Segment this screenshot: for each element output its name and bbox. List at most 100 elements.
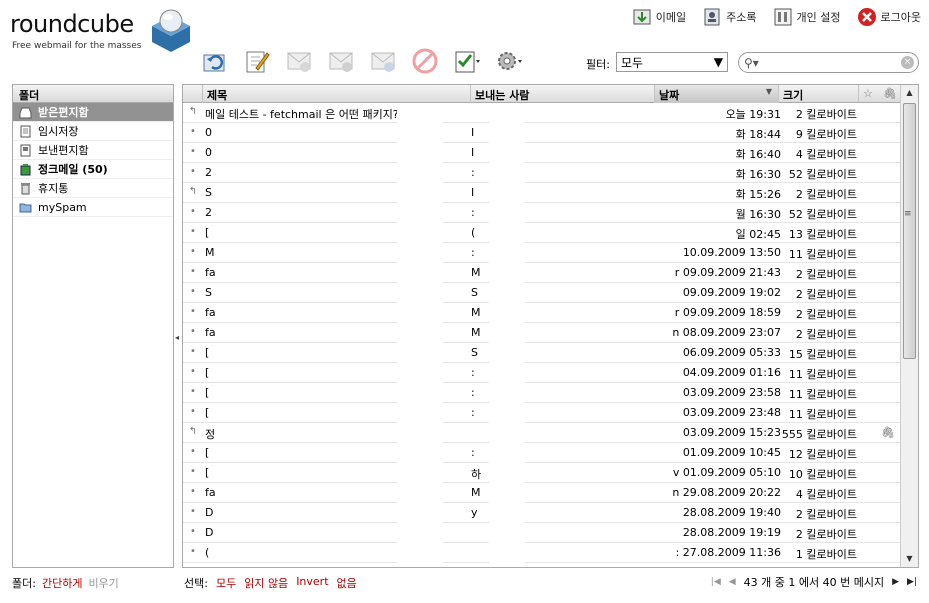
folder-myspam[interactable]: mySpam	[13, 198, 173, 217]
message-size: 4 킬로바이트	[795, 148, 857, 161]
message-subject: [	[205, 366, 210, 379]
reply-all-button[interactable]	[324, 45, 358, 77]
message-subject: 2	[205, 166, 212, 179]
forward-icon	[371, 52, 395, 72]
read-dot-icon: •	[190, 366, 196, 377]
message-subject: M	[205, 246, 215, 259]
message-row[interactable]: • fa Mn 29.08.2009 20:22 4 킬로바이트	[183, 483, 901, 503]
message-date: 03.09.2009 23:58	[682, 386, 781, 399]
date-column-header[interactable]: 날짜 ▼	[655, 85, 779, 103]
message-date: 06.09.2009 05:33	[682, 346, 781, 359]
next-page-icon[interactable]: ▶	[892, 577, 899, 587]
folder-junk[interactable]: 정크메일 (50)	[13, 160, 173, 179]
message-row[interactable]: • S S 09.09.2009 19:02 2 킬로바이트	[183, 283, 901, 303]
select-all-link[interactable]: 모두	[216, 575, 236, 591]
message-date: r 09.09.2009 21:43	[674, 266, 781, 279]
last-page-icon[interactable]: ▶|	[907, 577, 917, 587]
scroll-up-icon[interactable]: ▲	[901, 85, 918, 101]
nav-mail[interactable]: 이메일	[632, 7, 686, 27]
select-unread-link[interactable]: 읽지 않음	[244, 575, 288, 591]
flag-star-icon[interactable]: ☆	[859, 85, 879, 103]
message-row[interactable]: •[S 06.09.2009 05:33 15 킬로바이트	[183, 343, 901, 363]
message-row[interactable]: • D 28.08.2009 19:19 2 킬로바이트	[183, 523, 901, 543]
message-row[interactable]: •[(일 02:45 13 킬로바이트	[183, 223, 901, 243]
subject-column-header[interactable]: 제목	[203, 85, 471, 103]
selection-actions: 선택: 모두 읽지 않음 Invert 없음	[184, 575, 357, 591]
reply-button[interactable]	[282, 45, 316, 77]
size-column-header[interactable]: 크기	[779, 85, 859, 103]
search-box[interactable]: ⚲▾ ×	[738, 52, 919, 73]
logo-tagline: Free webmail for the masses	[12, 41, 142, 51]
folder-label: 임시저장	[38, 125, 79, 138]
folder-trash[interactable]: 휴지통	[13, 179, 173, 198]
message-row[interactable]: • fa Mr 09.09.2009 18:59 2 킬로바이트	[183, 303, 901, 323]
from-column-header[interactable]: 보내는 사람	[471, 85, 655, 103]
delete-button[interactable]	[408, 45, 442, 77]
nav-logout[interactable]: 로그아웃	[857, 7, 921, 27]
message-size: 2 킬로바이트	[795, 328, 857, 341]
nav-settings[interactable]: 개인 설정	[773, 7, 841, 27]
replied-icon: ↰	[188, 426, 198, 437]
compact-link[interactable]: 간단하게	[42, 575, 82, 591]
message-row[interactable]: • Dy 28.08.2009 19:40 2 킬로바이트	[183, 503, 901, 523]
select-invert-link[interactable]: Invert	[296, 575, 328, 591]
message-subject: fa	[205, 486, 216, 499]
folder-actions: 폴더: 간단하게 비우기	[12, 575, 119, 591]
mail-icon	[633, 9, 651, 25]
message-row[interactable]: • fa Mn 08.09.2009 23:07 2 킬로바이트	[183, 323, 901, 343]
message-row[interactable]: •[:03.09.2009 23:48 11 킬로바이트	[183, 403, 901, 423]
message-row[interactable]: • 2: 월 16:30 52 킬로바이트	[183, 203, 901, 223]
first-page-icon[interactable]: |◀	[711, 577, 721, 587]
filter-select[interactable]: 모두 ▼	[616, 52, 728, 72]
message-date: 화 15:26	[735, 188, 781, 201]
read-dot-icon: •	[190, 146, 196, 157]
more-gear-icon	[498, 52, 522, 70]
message-row[interactable]: • 0 I 화 18:44 9 킬로바이트	[183, 123, 901, 143]
list-scrollbar[interactable]: ▲ ≡ ▼	[900, 85, 918, 567]
nav-address-book[interactable]: 주소록	[702, 7, 757, 27]
message-row[interactable]: ↰ S I 화 15:26 2 킬로바이트	[183, 183, 901, 203]
message-row[interactable]: • 0 I 화 16:40 4 킬로바이트	[183, 143, 901, 163]
message-row[interactable]: •[하 v 01.09.2009 05:10 10 킬로바이트	[183, 463, 901, 483]
pane-splitter[interactable]: ◂	[175, 333, 179, 342]
scroll-down-icon[interactable]: ▼	[901, 551, 918, 567]
folder-label: 휴지통	[38, 182, 69, 195]
empty-link[interactable]: 비우기	[88, 575, 118, 591]
top-navigation: 이메일 주소록 개인 설정 로그아웃	[632, 6, 921, 28]
attachment-column-icon[interactable]: 🖇	[879, 85, 901, 103]
message-rows: ↰ 메일 테스트 - fetchmail 은 어떤 패키지? 오늘 19:31 2 킬…	[183, 103, 901, 563]
clear-search-icon[interactable]: ×	[901, 56, 914, 69]
more-actions-button[interactable]	[492, 45, 526, 77]
message-date: 03.09.2009 23:48	[682, 406, 781, 419]
search-icon[interactable]: ⚲▾	[744, 56, 759, 70]
message-date: 04.09.2009 01:16	[682, 366, 781, 379]
redaction-block	[397, 111, 443, 565]
refresh-button[interactable]	[198, 45, 232, 77]
folder-drafts[interactable]: 임시저장	[13, 122, 173, 141]
forward-button[interactable]	[366, 45, 400, 77]
message-date: 화 18:44	[735, 128, 781, 141]
scrollbar-thumb[interactable]	[903, 103, 916, 359]
replied-icon: ↰	[188, 186, 198, 197]
message-row[interactable]: •[:04.09.2009 01:16 11 킬로바이트	[183, 363, 901, 383]
compose-button[interactable]	[240, 45, 274, 77]
folder-inbox[interactable]: 받은편지함	[13, 103, 173, 122]
message-row[interactable]: • 2: 화 16:30 52 킬로바이트	[183, 163, 901, 183]
sort-desc-icon: ▼	[765, 87, 772, 96]
status-column-header[interactable]	[183, 85, 203, 103]
message-row[interactable]: • M:10.09.2009 13:50 11 킬로바이트	[183, 243, 901, 263]
prev-page-icon[interactable]: ◀	[729, 577, 736, 587]
message-row[interactable]: •[:01.09.2009 10:45 12 킬로바이트	[183, 443, 901, 463]
message-size: 2 킬로바이트	[795, 288, 857, 301]
message-row[interactable]: ↰ 메일 테스트 - fetchmail 은 어떤 패키지? 오늘 19:31 2 킬…	[183, 103, 901, 123]
select-none-link[interactable]: 없음	[337, 575, 357, 591]
message-row[interactable]: • (: 27.08.2009 11:36 1 킬로바이트	[183, 543, 901, 563]
filter-value: 모두	[621, 55, 644, 70]
message-size: 12 킬로바이트	[788, 448, 857, 461]
message-row[interactable]: ↰ 정 03.09.2009 15:23 555 킬로바이트 🖇	[183, 423, 901, 443]
mark-button[interactable]	[450, 45, 484, 77]
message-row[interactable]: •[:03.09.2009 23:58 11 킬로바이트	[183, 383, 901, 403]
select-label: 선택:	[184, 577, 208, 590]
folder-sent[interactable]: 보낸편지함	[13, 141, 173, 160]
message-row[interactable]: • fa Mr 09.09.2009 21:43 2 킬로바이트	[183, 263, 901, 283]
